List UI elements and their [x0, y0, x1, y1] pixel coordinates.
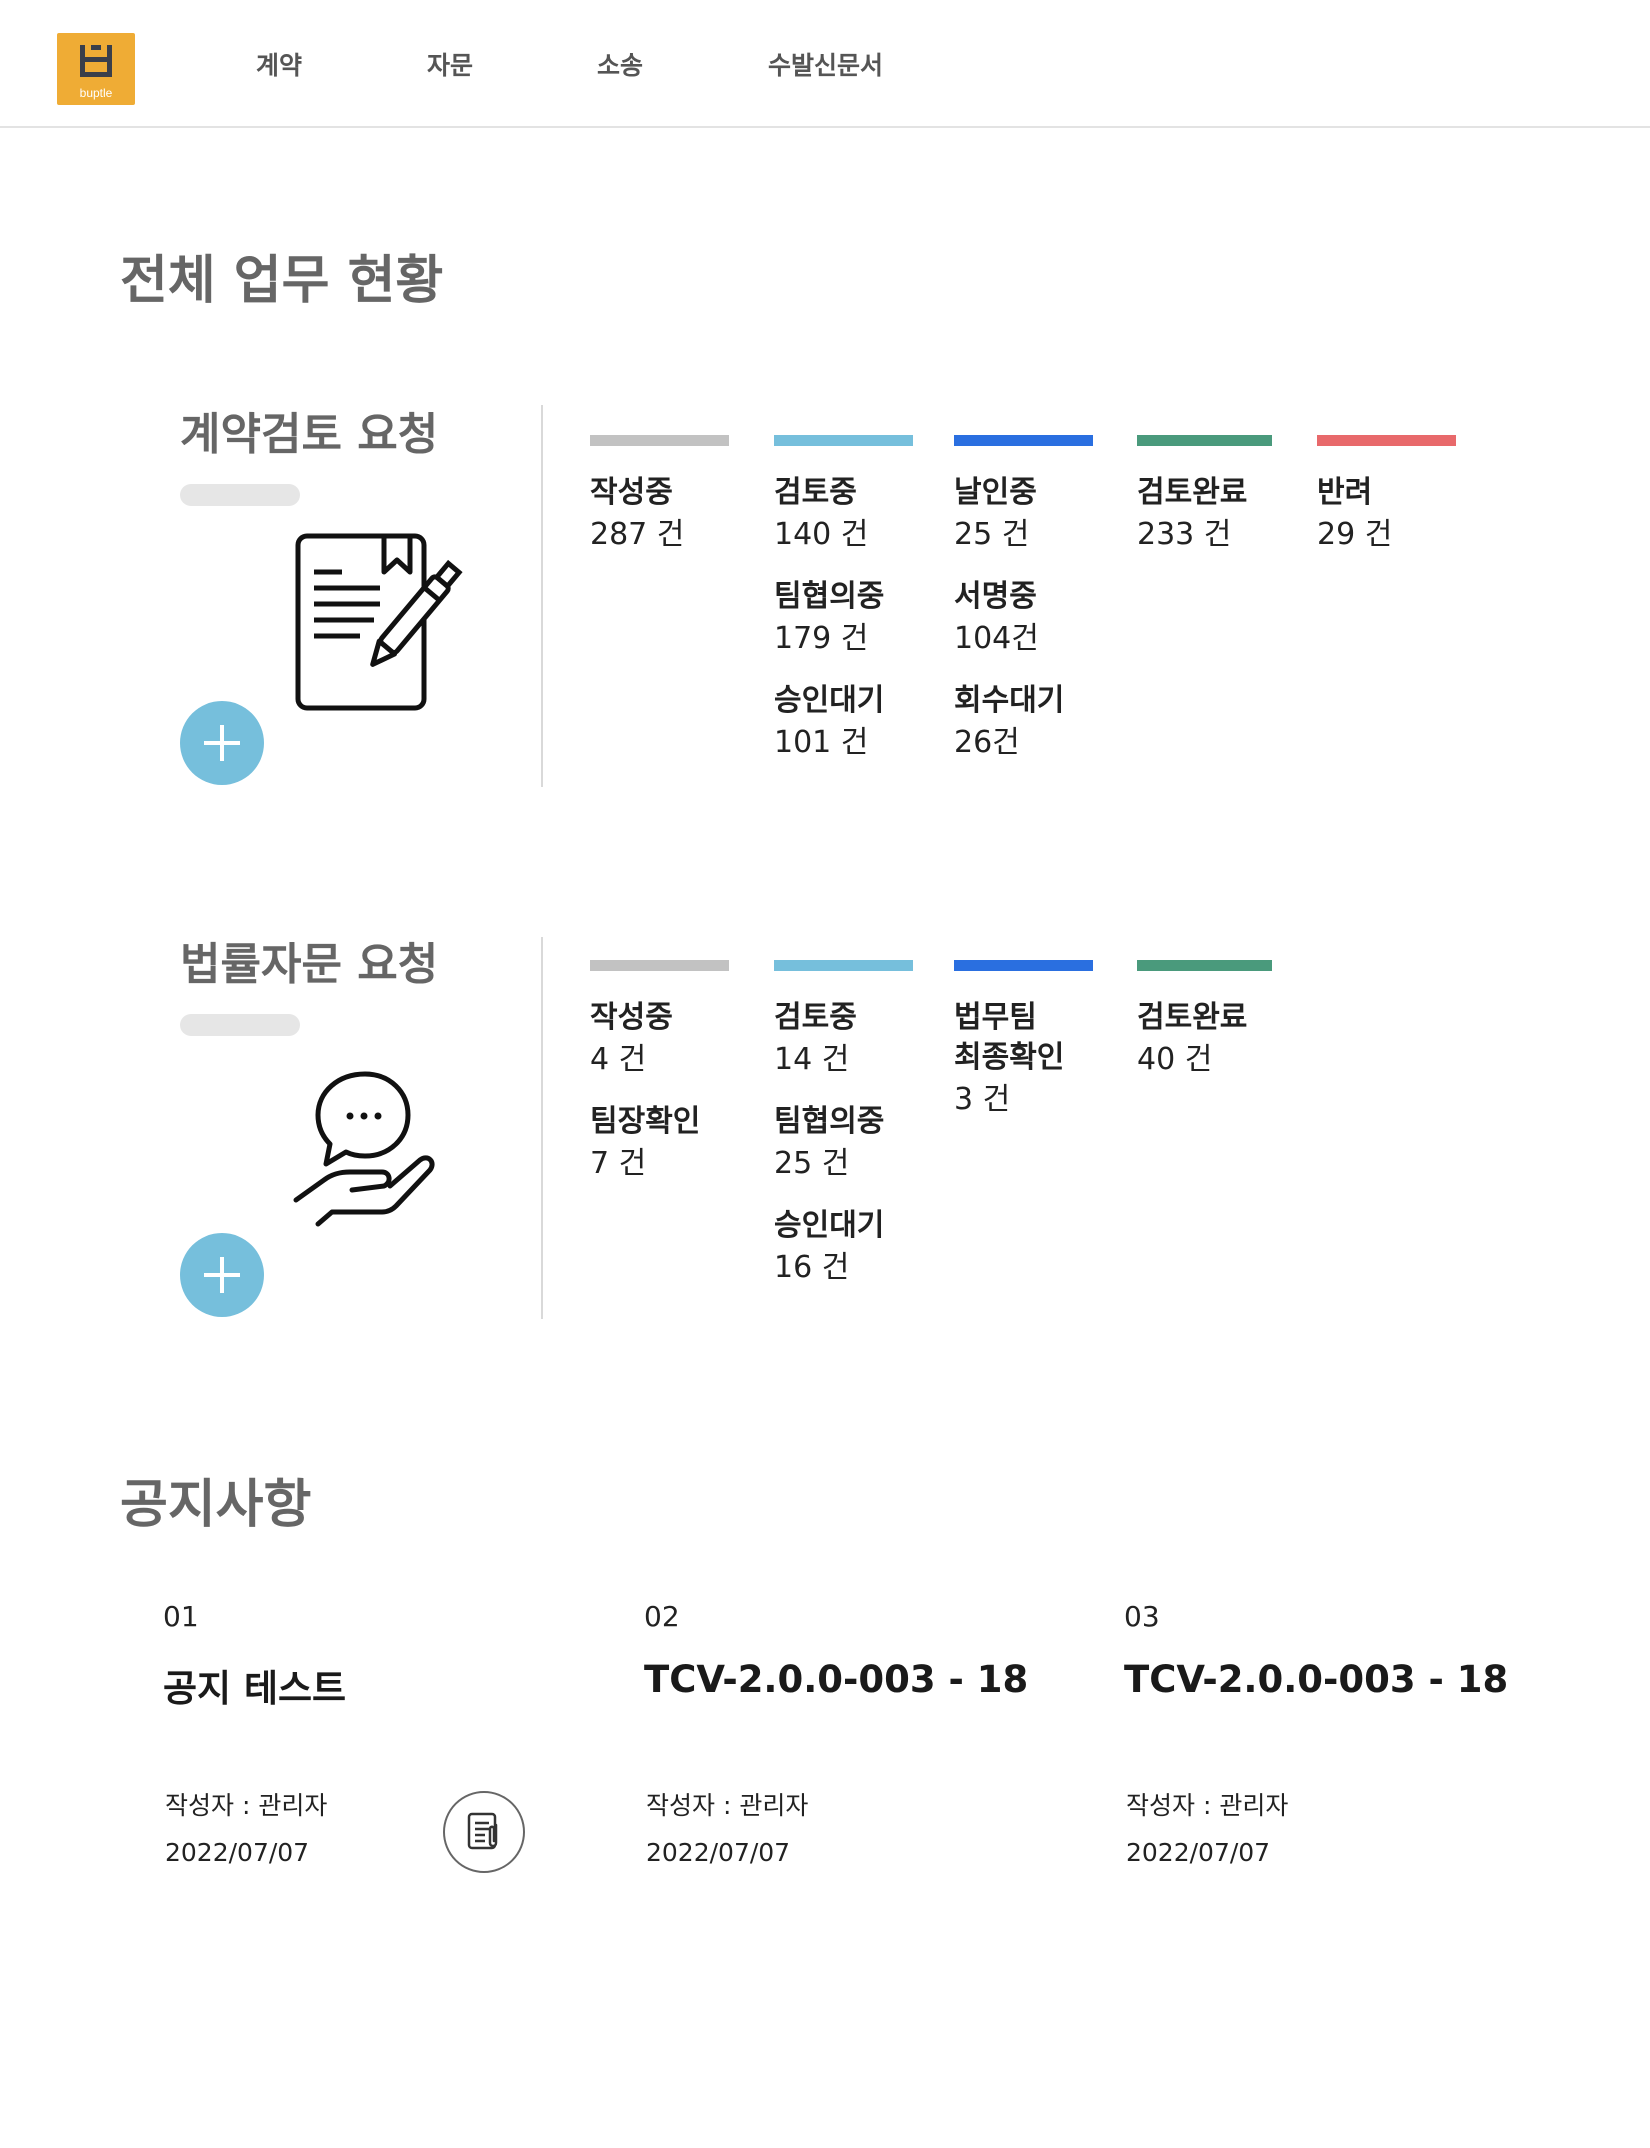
status-label: 검토완료 [1137, 1000, 1248, 1035]
status-item[interactable]: 반려 29 건 [1317, 473, 1497, 557]
status-bar [1137, 960, 1272, 971]
nav-advisory[interactable]: 자문 [427, 46, 473, 82]
status-label: 승인대기 [774, 683, 885, 718]
status-label: 작성중 [590, 475, 673, 510]
status-count: 26건 [954, 725, 1020, 760]
status-item[interactable]: 작성중 4 건 [590, 998, 770, 1082]
nav-litigation[interactable]: 소송 [597, 46, 643, 82]
buptle-logo[interactable]: buptle [57, 33, 135, 105]
status-item[interactable]: 법무팀 최종확인 3 건 [954, 998, 1134, 1122]
status-count: 14 건 [774, 1042, 850, 1077]
status-count: 4 건 [590, 1042, 647, 1077]
logo-text: buptle [79, 86, 113, 100]
status-label: 팀장확인 [590, 1104, 701, 1139]
notices-title: 공지사항 [120, 1475, 312, 1535]
status-item[interactable]: 검토완료 233 건 [1137, 473, 1317, 557]
status-label: 날인중 [954, 475, 1037, 510]
document-pen-icon [295, 533, 463, 711]
status-bar [954, 435, 1093, 446]
logo-mark-icon [80, 45, 112, 77]
status-item[interactable]: 승인대기 101 건 [774, 681, 954, 765]
status-count: 29 건 [1317, 517, 1393, 552]
status-label: 검토중 [774, 1000, 857, 1035]
status-count: 287 건 [590, 517, 685, 552]
notice-attachment-button[interactable] [443, 1791, 525, 1873]
contract-review-title: 계약검토 요청 [180, 409, 439, 460]
notice-author: 작성자 : 관리자 [165, 1791, 328, 1820]
notice-title[interactable]: 공지 테스트 [163, 1658, 346, 1712]
status-label: 서명중 [954, 579, 1037, 614]
notice-number: 02 [644, 1600, 680, 1633]
status-bar [1317, 435, 1456, 446]
legal-advice-title: 법률자문 요청 [180, 939, 439, 990]
document-attachment-icon [467, 1812, 498, 1850]
status-count: 7 건 [590, 1146, 647, 1181]
status-label: 팀협의중 [774, 1104, 885, 1139]
notice-number: 01 [163, 1600, 199, 1633]
top-navigation-bar: buptle 계약 자문 소송 수발신문서 [0, 0, 1650, 128]
contract-review-divider [541, 405, 543, 787]
status-bar [590, 435, 729, 446]
status-label: 작성중 [590, 1000, 673, 1035]
status-label: 검토완료 [1137, 475, 1248, 510]
status-count: 233 건 [1137, 517, 1232, 552]
legal-advice-pill [180, 1014, 300, 1036]
status-item[interactable]: 날인중 25 건 [954, 473, 1134, 557]
status-label: 법무팀 [954, 1000, 1037, 1035]
notice-title[interactable]: TCV-2.0.0-003 - 18 [644, 1658, 1028, 1701]
status-label: 승인대기 [774, 1208, 885, 1243]
status-count: 179 건 [774, 621, 869, 656]
legal-advice-divider [541, 937, 543, 1319]
nav-contract[interactable]: 계약 [256, 46, 302, 82]
hand-chat-bubble-icon [293, 1071, 435, 1227]
status-count: 104건 [954, 621, 1039, 656]
status-item[interactable]: 팀장확인 7 건 [590, 1102, 770, 1186]
status-bar [774, 435, 913, 446]
status-item[interactable]: 작성중 287 건 [590, 473, 770, 557]
status-count: 140 건 [774, 517, 869, 552]
status-label-line2: 최종확인 [954, 1040, 1065, 1075]
status-item[interactable]: 검토완료 40 건 [1137, 998, 1317, 1082]
status-count: 16 건 [774, 1250, 850, 1285]
status-item[interactable]: 검토중 140 건 [774, 473, 954, 557]
status-item[interactable]: 검토중 14 건 [774, 998, 954, 1082]
status-count: 40 건 [1137, 1042, 1213, 1077]
status-item[interactable]: 회수대기 26건 [954, 681, 1134, 765]
notice-author: 작성자 : 관리자 [646, 1791, 809, 1820]
status-item[interactable]: 서명중 104건 [954, 577, 1134, 661]
add-legal-advice-button[interactable] [180, 1233, 264, 1317]
status-item[interactable]: 승인대기 16 건 [774, 1206, 954, 1290]
notice-date: 2022/07/07 [646, 1838, 791, 1867]
status-count: 101 건 [774, 725, 869, 760]
status-label: 팀협의중 [774, 579, 885, 614]
notice-number: 03 [1124, 1600, 1160, 1633]
status-item[interactable]: 팀협의중 179 건 [774, 577, 954, 661]
status-bar [954, 960, 1093, 971]
notice-date: 2022/07/07 [165, 1838, 310, 1867]
notice-date: 2022/07/07 [1126, 1838, 1271, 1867]
status-count: 25 건 [774, 1146, 850, 1181]
contract-review-pill [180, 484, 300, 506]
notice-author: 작성자 : 관리자 [1126, 1791, 1289, 1820]
status-label: 회수대기 [954, 683, 1065, 718]
nav-documents[interactable]: 수발신문서 [768, 46, 883, 82]
notice-title[interactable]: TCV-2.0.0-003 - 18 [1124, 1658, 1508, 1701]
add-contract-review-button[interactable] [180, 701, 264, 785]
status-item[interactable]: 팀협의중 25 건 [774, 1102, 954, 1186]
status-count: 25 건 [954, 517, 1030, 552]
status-bar [590, 960, 729, 971]
status-label: 검토중 [774, 475, 857, 510]
status-count: 3 건 [954, 1082, 1011, 1117]
overview-title: 전체 업무 현황 [120, 251, 444, 311]
status-label: 반려 [1317, 475, 1373, 510]
status-bar [774, 960, 913, 971]
status-bar [1137, 435, 1272, 446]
